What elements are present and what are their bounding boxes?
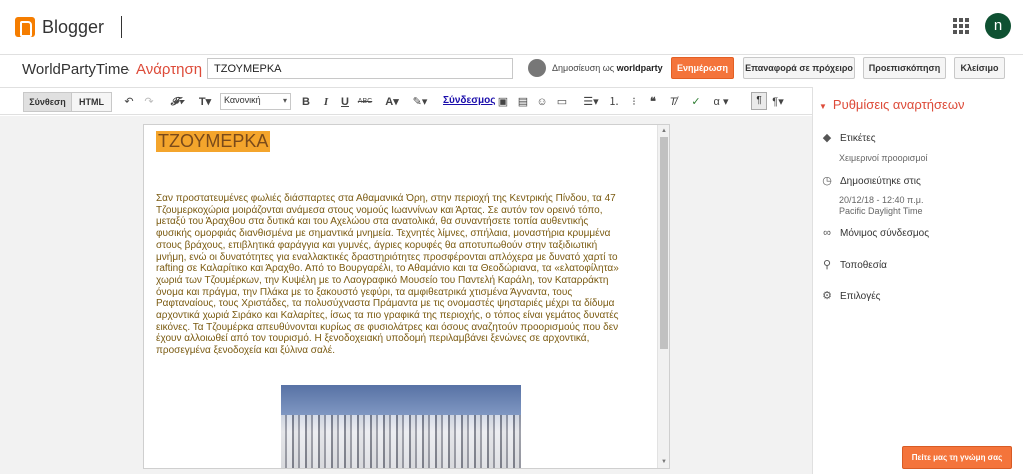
body-line: φυσικής ομορφιάς διανθισμένα με σημαντικ… — [156, 228, 611, 240]
quote-icon[interactable]: ❝ — [646, 94, 660, 110]
post-settings-header[interactable]: ▼ Ρυθμίσεις αναρτήσεων — [819, 97, 964, 112]
caret-down-icon: ▼ — [819, 102, 827, 111]
redo-icon[interactable]: ↷ — [143, 94, 155, 110]
title-bar: WorldPartyTime · Ανάρτηση Δημοσίευση ως … — [0, 55, 1023, 87]
divider — [121, 16, 122, 38]
blogger-logo-icon[interactable] — [15, 17, 35, 37]
close-button[interactable]: Κλείσιμο — [954, 57, 1005, 79]
emoji-icon[interactable]: ☺ — [535, 94, 549, 110]
body-line: αρχοντικά χωριά Σιράκο και Καλαρίτες, ίσ… — [156, 310, 619, 322]
post-body-text: Σαν προστατευμένες φωλιές διάσπαρτες στα… — [156, 193, 646, 357]
bold-icon[interactable]: B — [300, 94, 312, 110]
breadcrumb-separator: · — [126, 61, 131, 78]
published-date: 20/12/18 - 12:40 π.μ. — [839, 195, 924, 205]
post-title-input[interactable] — [207, 58, 513, 79]
special-chars-icon[interactable]: α ▾ — [709, 94, 733, 110]
label-icon: ◆ — [822, 132, 832, 144]
sidebar-item-permalink[interactable]: ∞ Μόνιμος σύνδεσμος — [821, 227, 929, 239]
preview-button[interactable]: Προεπισκόπηση — [863, 57, 946, 79]
clock-icon: ◷ — [822, 175, 832, 187]
font-family-icon[interactable]: 𝓕▾ — [166, 94, 188, 110]
clear-format-icon[interactable]: T̸ — [666, 94, 680, 110]
sidebar-item-labels[interactable]: ◆ Ετικέτες — [821, 131, 876, 144]
blog-name[interactable]: WorldPartyTime — [22, 61, 129, 78]
sidebar-item-location[interactable]: ⚲ Τοποθεσία — [821, 258, 887, 271]
image-icon[interactable]: ▣ — [496, 94, 510, 110]
user-avatar[interactable]: n — [985, 13, 1011, 39]
body-line: προσεγμένα ξενοδοχεία και ξύλινα σαλέ. — [156, 345, 335, 357]
link-button[interactable]: Σύνδεσμος — [443, 95, 495, 106]
body-line: εικόνες. Τα Τζουμέρκα απευθύνονται κυρίω… — [156, 321, 619, 333]
body-line: rafting σε Καλαρίτικο και Άραχθο. Από το… — [156, 263, 619, 275]
body-line: Σαν προστατευμένες φωλιές διάσπαρτες στα… — [156, 193, 616, 204]
ltr-icon[interactable]: ¶ — [751, 92, 767, 110]
strikethrough-icon[interactable]: ABC — [357, 94, 373, 110]
highlight-icon[interactable]: ✎▾ — [408, 94, 432, 110]
breadcrumb-section: Ανάρτηση — [136, 61, 203, 78]
body-line: μεταξύ του Άραχθου στα δυτικά και του Αχ… — [156, 216, 589, 228]
body-line: έχουν αλλοιωθεί από τον τουρισμό. Η ξενο… — [156, 333, 590, 345]
apps-grid-icon[interactable] — [953, 18, 969, 34]
location-pin-icon: ⚲ — [822, 259, 832, 271]
body-line: Τζουμερκοχώρια μοιράζονται ανάμεσα στους… — [156, 204, 603, 216]
gear-icon: ⚙ — [822, 290, 832, 302]
rtl-icon[interactable]: ¶▾ — [771, 94, 785, 110]
body-line: χωριά των Τζουμέρκων, την Κυψέλη με το Λ… — [156, 274, 609, 286]
post-heading: ΤΖΟΥΜΕΡΚΑ — [156, 131, 271, 152]
publisher-name: worldparty — [616, 63, 663, 73]
compose-mode-tab[interactable]: Σύνθεση — [23, 92, 72, 112]
app-name[interactable]: Blogger — [42, 17, 104, 38]
publisher-avatar — [528, 59, 546, 77]
published-timezone: Pacific Daylight Time — [839, 206, 923, 216]
top-bar: Blogger n — [0, 0, 1023, 55]
font-size-icon[interactable]: T▾ — [194, 94, 216, 110]
link-icon: ∞ — [823, 227, 831, 239]
scroll-down-icon[interactable]: ▼ — [660, 458, 668, 466]
editor-scrollbar[interactable]: ▲ ▼ — [657, 125, 669, 468]
jump-break-icon[interactable]: ▭ — [555, 94, 569, 110]
bulleted-list-icon[interactable]: ⁝ — [627, 94, 641, 110]
sidebar-item-published-on[interactable]: ◷ Δημοσιεύτηκε στις — [821, 174, 921, 187]
underline-icon[interactable]: U — [339, 94, 351, 110]
sidebar-item-options[interactable]: ⚙ Επιλογές — [821, 289, 880, 302]
body-line: Ραφταναίους, τους Χριστάδες, τα πολυσύχν… — [156, 298, 615, 310]
text-color-icon[interactable]: A▾ — [380, 94, 404, 110]
body-line: όνομα και πράγμα, την Πλάκα με το ξακουσ… — [156, 286, 573, 298]
body-line: στους βράχους, επιβλητικά φαράγγια και γ… — [156, 239, 598, 251]
undo-icon[interactable]: ↶ — [123, 94, 135, 110]
feedback-button[interactable]: Πείτε μας τη γνώμη σας — [902, 446, 1012, 469]
editor-toolbar: Σύνθεση HTML ↶ ↷ 𝓕▾ T▾ Κανονική B I U AB… — [0, 87, 812, 115]
numbered-list-icon[interactable]: ⒈ — [607, 94, 621, 110]
revert-to-draft-button[interactable]: Επαναφορά σε πρόχειρο — [743, 57, 855, 79]
html-mode-tab[interactable]: HTML — [71, 92, 112, 112]
italic-icon[interactable]: I — [320, 94, 332, 110]
post-image[interactable] — [281, 385, 521, 468]
spellcheck-icon[interactable]: ✓ — [689, 94, 703, 110]
update-button[interactable]: Ενημέρωση — [671, 57, 734, 79]
paragraph-format-select[interactable]: Κανονική — [220, 93, 291, 110]
video-icon[interactable]: ▤ — [516, 94, 530, 110]
publishing-as-text: Δημοσίευση ως worldparty — [552, 63, 663, 73]
body-line: μνήμη, ενώ οι δυνατότητες για εναλλακτικ… — [156, 251, 618, 263]
scroll-up-icon[interactable]: ▲ — [660, 127, 668, 135]
post-settings-sidebar: ▼ Ρυθμίσεις αναρτήσεων ◆ Ετικέτες Χειμεριν… — [812, 87, 1023, 474]
align-icon[interactable]: ☰▾ — [579, 94, 603, 110]
scroll-thumb[interactable] — [660, 137, 668, 349]
post-body-editor[interactable]: ΤΖΟΥΜΕΡΚΑ Σαν προστατευμένες φωλιές διάσ… — [143, 124, 670, 469]
labels-value: Χειμερινοί προορισμοί — [839, 153, 928, 163]
